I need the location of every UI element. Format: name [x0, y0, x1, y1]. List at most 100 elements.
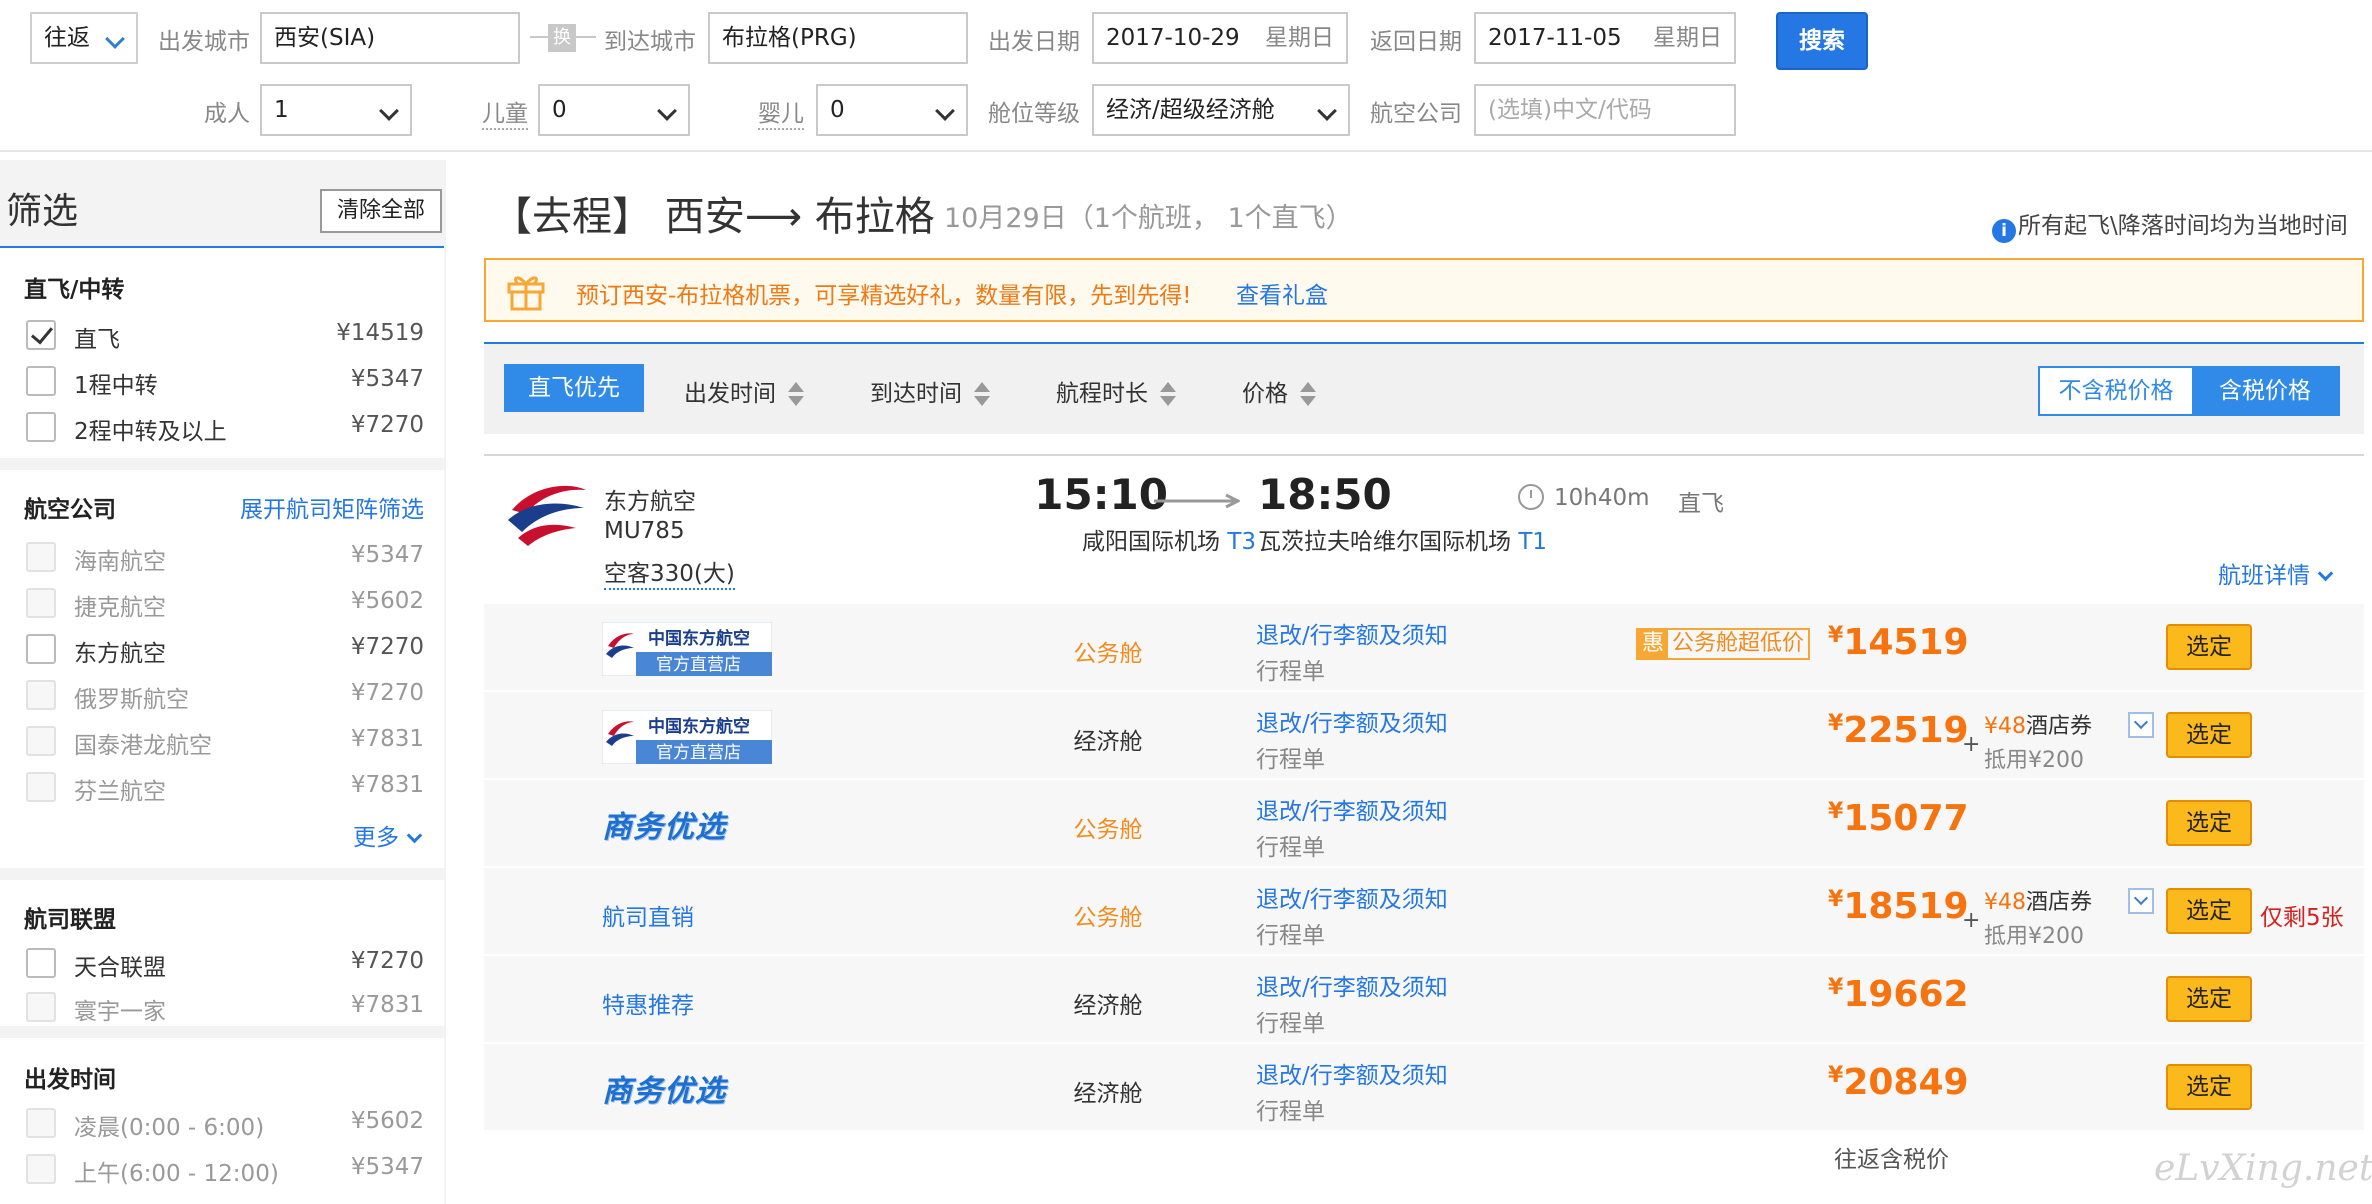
- checkbox[interactable]: [26, 366, 56, 396]
- checkbox[interactable]: [26, 1154, 56, 1184]
- coupon-amount: ¥48: [1984, 714, 2026, 739]
- child-select[interactable]: 0: [538, 84, 690, 136]
- checkbox[interactable]: [26, 726, 56, 756]
- promo-badge: 惠公务舱超低价: [1636, 628, 1811, 660]
- arrival-airport: 瓦茨拉夫哈维尔国际机场 T1: [1258, 522, 1547, 556]
- chevron-down-icon: [1317, 101, 1337, 121]
- child-label: 儿童: [482, 94, 528, 130]
- svg-text:官方直营店: 官方直营店: [656, 655, 741, 675]
- filter-option-airline[interactable]: 海南航空 ¥5347: [26, 536, 424, 576]
- option-price: ¥5602: [350, 1108, 424, 1134]
- checkbox[interactable]: [26, 772, 56, 802]
- checkbox[interactable]: [26, 680, 56, 710]
- roundtrip-tax-note: 往返含税价: [1834, 1147, 1949, 1173]
- checkbox[interactable]: [26, 542, 56, 572]
- depart-date-input[interactable]: 2017-10-29 星期日: [1092, 12, 1348, 64]
- promo-text: 预订西安-布拉格机票，可享精选好礼，数量有限，先到先得!: [576, 283, 1192, 309]
- clear-all-button[interactable]: 清除全部: [320, 189, 442, 233]
- select-fare-button[interactable]: 选定: [2166, 976, 2252, 1022]
- option-label: 上午(6:00 - 12:00): [74, 1161, 279, 1187]
- to-city-input[interactable]: 布拉格(PRG): [708, 12, 968, 64]
- trip-type-select[interactable]: 往返: [30, 12, 138, 64]
- refund-baggage-rules-link[interactable]: 退改/行李额及须知: [1256, 968, 1448, 1002]
- filter-option-airline[interactable]: 东方航空 ¥7270: [26, 628, 424, 668]
- sort-price[interactable]: 价格: [1242, 374, 1316, 408]
- refund-baggage-rules-link[interactable]: 退改/行李额及须知: [1256, 1056, 1448, 1090]
- timezone-note: i 所有起飞\降落时间均为当地时间: [1992, 206, 2348, 243]
- sort-label: 价格: [1242, 381, 1288, 407]
- coupon-expand-toggle[interactable]: [2128, 712, 2154, 738]
- price-value: 14519: [1843, 622, 1969, 663]
- refund-baggage-rules-link[interactable]: 退改/行李额及须知: [1256, 704, 1448, 738]
- coupon-expand-toggle[interactable]: [2128, 888, 2154, 914]
- option-label: 捷克航空: [74, 595, 166, 621]
- promo-link[interactable]: 查看礼盒: [1236, 276, 1328, 310]
- currency-symbol: ¥: [1828, 623, 1844, 648]
- fare-price: ¥14519: [1828, 622, 1969, 663]
- price-including-tax-tab[interactable]: 含税价格: [2192, 368, 2338, 414]
- depart-date-value: 2017-10-29: [1106, 25, 1240, 51]
- cabin-class-select[interactable]: 经济/超级经济舱: [1092, 84, 1350, 136]
- select-fare-button[interactable]: 选定: [2166, 800, 2252, 846]
- refund-baggage-rules-link[interactable]: 退改/行李额及须知: [1256, 792, 1448, 826]
- hotel-coupon: ¥48酒店券: [1984, 708, 2092, 740]
- select-fare-button[interactable]: 选定: [2166, 624, 2252, 670]
- fare-row: 中国东方航空 官方直营店 经济舱 退改/行李额及须知 行程单 ¥22519 + …: [484, 690, 2364, 778]
- airline-matrix-link[interactable]: 展开航司矩阵筛选: [240, 490, 424, 524]
- filter-option-two-plus-stops[interactable]: 2程中转及以上 ¥7270: [26, 406, 424, 446]
- refund-baggage-rules-link[interactable]: 退改/行李额及须知: [1256, 616, 1448, 650]
- option-price: ¥7270: [350, 634, 424, 660]
- checkbox[interactable]: [26, 992, 56, 1022]
- checkbox[interactable]: [26, 588, 56, 618]
- search-button[interactable]: 搜索: [1776, 12, 1868, 70]
- filter-option-alliance[interactable]: 寰宇一家 ¥7831: [26, 986, 424, 1026]
- cabin-class: 经济舱: [1073, 993, 1143, 1019]
- filter-option-airline[interactable]: 捷克航空 ¥5602: [26, 582, 424, 622]
- itinerary-note: 行程单: [1256, 659, 1325, 685]
- china-eastern-official-store-logo: 中国东方航空 官方直营店: [602, 622, 772, 676]
- sort-duration[interactable]: 航程时长: [1056, 374, 1176, 408]
- itinerary-note: 行程单: [1256, 747, 1325, 773]
- departure-time: 15:10: [1034, 470, 1168, 519]
- airline-more-link[interactable]: 更多: [353, 818, 423, 852]
- filter-title: 筛选: [6, 191, 79, 232]
- filter-option-alliance[interactable]: 天合联盟 ¥7270: [26, 942, 424, 982]
- fare-source[interactable]: 航司直销: [602, 898, 694, 932]
- airline-filter-input[interactable]: (选填)中文/代码: [1474, 84, 1736, 136]
- checkbox[interactable]: [26, 1108, 56, 1138]
- select-fare-button[interactable]: 选定: [2166, 1064, 2252, 1110]
- select-fare-button[interactable]: 选定: [2166, 712, 2252, 758]
- terminal: T1: [1518, 529, 1547, 555]
- option-price: ¥14519: [336, 320, 424, 346]
- filter-option-airline[interactable]: 芬兰航空 ¥7831: [26, 766, 424, 806]
- sort-departure-time[interactable]: 出发时间: [684, 374, 804, 408]
- sort-arrival-time[interactable]: 到达时间: [870, 374, 990, 408]
- filter-option-one-stop[interactable]: 1程中转 ¥5347: [26, 360, 424, 400]
- fare-price: ¥19662: [1828, 974, 1969, 1015]
- checkbox[interactable]: [26, 948, 56, 978]
- filter-option-airline[interactable]: 俄罗斯航空 ¥7270: [26, 674, 424, 714]
- checkbox[interactable]: [26, 412, 56, 442]
- refund-baggage-rules-link[interactable]: 退改/行李额及须知: [1256, 880, 1448, 914]
- infant-select[interactable]: 0: [816, 84, 968, 136]
- checkbox-checked[interactable]: [26, 320, 56, 350]
- filter-option-airline[interactable]: 国泰港龙航空 ¥7831: [26, 720, 424, 760]
- from-city-input[interactable]: 西安(SIA): [260, 12, 520, 64]
- filter-option-direct[interactable]: 直飞 ¥14519: [26, 314, 424, 354]
- aircraft-type[interactable]: 空客330(大): [604, 554, 735, 590]
- option-label: 凌晨(0:00 - 6:00): [74, 1115, 265, 1141]
- return-date-input[interactable]: 2017-11-05 星期日: [1474, 12, 1736, 64]
- filter-sidebar: 筛选 清除全部 直飞/中转 直飞 ¥14519 1程中转 ¥5347 2程中转及…: [0, 160, 446, 1204]
- price-excluding-tax-tab[interactable]: 不含税价格: [2040, 368, 2192, 414]
- filter-option-time[interactable]: 上午(6:00 - 12:00) ¥5347: [26, 1148, 424, 1188]
- chevron-down-icon: [2317, 565, 2334, 582]
- swap-cities-button[interactable]: 换: [530, 22, 596, 54]
- adult-select[interactable]: 1: [260, 84, 412, 136]
- checkbox[interactable]: [26, 634, 56, 664]
- flight-details-link[interactable]: 航班详情: [2218, 556, 2334, 590]
- select-fare-button[interactable]: 选定: [2166, 888, 2252, 934]
- filter-option-time[interactable]: 凌晨(0:00 - 6:00) ¥5602: [26, 1102, 424, 1142]
- sort-direct-first[interactable]: 直飞优先: [504, 364, 644, 412]
- cabin-class: 经济舱: [1073, 729, 1143, 755]
- fare-source[interactable]: 特惠推荐: [602, 986, 694, 1020]
